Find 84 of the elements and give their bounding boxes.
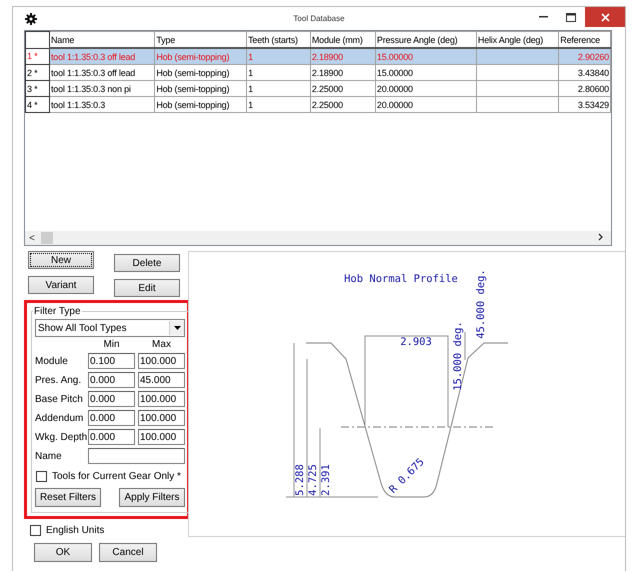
tool-type-dropdown[interactable]: Show All Tool Types xyxy=(35,319,185,337)
min-field[interactable]: 0.000 xyxy=(88,372,135,388)
min-field[interactable]: 0.000 xyxy=(88,429,135,445)
table-cell: 1 xyxy=(246,80,310,96)
checkbox[interactable] xyxy=(30,525,41,536)
table-cell: tool 1:1.35:0.3 off lead xyxy=(50,48,155,64)
table-cell: 2.25000 xyxy=(310,96,376,112)
name-field[interactable] xyxy=(88,448,185,464)
window-title: Tool Database xyxy=(293,14,345,23)
close-button[interactable] xyxy=(585,7,625,27)
max-field[interactable]: 45.000 xyxy=(138,372,185,388)
drawing-title: Hob Normal Profile xyxy=(344,273,458,285)
table-row[interactable]: 4 * tool 1:1.35:0.3 Hob (semi-topping) 1 2.25000 20.00000 3.53429 xyxy=(26,96,610,112)
dimension-label: 5.288 xyxy=(294,464,306,496)
table-cell: 1 xyxy=(246,48,310,64)
table-cell: Hob (semi-topping) xyxy=(154,64,247,80)
action-button[interactable]: Delete xyxy=(114,254,180,272)
max-field[interactable]: 100.000 xyxy=(138,391,185,407)
filter-button[interactable]: Reset Filters xyxy=(35,488,101,507)
table-cell: 2.80600 xyxy=(558,80,610,96)
column-label: Min xyxy=(102,339,121,350)
table-cell: 15.00000 xyxy=(375,48,476,64)
table-row[interactable]: 1 * tool 1:1.35:0.3 off lead Hob (semi-topping) 1 2.18900 15.00000 2.90260 xyxy=(26,48,610,64)
table-cell: Hob (semi-topping) xyxy=(154,96,247,112)
dimension-label: 2.903 xyxy=(400,336,432,348)
table-row[interactable]: 3 * tool 1:1.35:0.3 non pi Hob (semi-topping) 1 2.25000 20.00000 2.80600 xyxy=(26,80,610,96)
gear-icon xyxy=(25,12,37,24)
scroll-thumb[interactable] xyxy=(41,232,53,244)
scroll-left-arrow[interactable]: < xyxy=(25,232,39,244)
row-header[interactable]: 1 * xyxy=(26,48,50,64)
checkbox-label: English Units xyxy=(46,525,104,536)
horizontal-scrollbar[interactable]: < xyxy=(25,231,611,245)
field-label: Module xyxy=(35,356,69,366)
table-row[interactable]: 2 * tool 1:1.35:0.3 off lead Hob (semi-topping) 1 2.18900 15.00000 3.43840 xyxy=(26,64,610,80)
angle-label: 45.000 deg. xyxy=(475,269,487,339)
table-cell: 15.00000 xyxy=(375,64,476,80)
table-cell: 1 xyxy=(246,96,310,112)
dialog-button[interactable]: OK xyxy=(34,543,92,562)
column-label: Max xyxy=(151,339,172,350)
table-cell: 2.18900 xyxy=(310,64,376,80)
table-cell: 2.25000 xyxy=(310,80,376,96)
table-cell: 2.90260 xyxy=(558,48,610,64)
table-cell: tool 1:1.35:0.3 off lead xyxy=(50,64,155,80)
table-cell: 20.00000 xyxy=(375,80,476,96)
minimize-icon xyxy=(538,16,548,18)
angle-label: 15.000 deg. xyxy=(452,321,464,391)
dropdown-arrow-icon xyxy=(174,326,180,330)
table-cell: 1 xyxy=(246,64,310,80)
field-label: Wkg. Depth xyxy=(35,432,85,442)
table-cell: tool 1:1.35:0.3 non pi xyxy=(50,80,155,96)
min-field[interactable]: 0.100 xyxy=(88,353,135,369)
table-cell: 3.53429 xyxy=(558,96,610,112)
row-header[interactable]: 4 * xyxy=(26,96,50,112)
action-button[interactable]: Variant xyxy=(28,276,94,294)
field-label: Name xyxy=(35,450,63,462)
table-cell: tool 1:1.35:0.3 xyxy=(50,96,155,112)
field-label: Base Pitch xyxy=(35,394,84,404)
max-field[interactable]: 100.000 xyxy=(138,410,185,426)
row-header[interactable]: 3 * xyxy=(26,80,50,96)
group-title: Filter Type xyxy=(33,306,82,317)
checkbox-label: Tools for Current Gear Only * xyxy=(52,471,181,482)
field-label: Addendum xyxy=(35,412,84,424)
filter-button[interactable]: Apply Filters xyxy=(119,488,185,507)
chevron-right-icon xyxy=(597,232,605,240)
action-button[interactable]: Edit xyxy=(114,279,180,297)
max-field[interactable]: 100.000 xyxy=(138,353,185,369)
table-cell: 3.43840 xyxy=(558,64,610,80)
dimension-label: 4.725 xyxy=(307,464,319,496)
checkbox[interactable] xyxy=(36,471,47,482)
maximize-icon xyxy=(566,12,576,22)
row-header[interactable]: 2 * xyxy=(26,64,50,80)
table-cell: 2.18900 xyxy=(310,48,376,64)
field-label: Pres. Ang. xyxy=(35,374,82,386)
max-field[interactable]: 100.000 xyxy=(138,429,185,445)
action-button[interactable]: New xyxy=(28,251,94,269)
dimension-label: 2.391 xyxy=(320,464,332,496)
corner-cell xyxy=(26,32,50,48)
min-field[interactable]: 0.000 xyxy=(88,410,135,426)
table-cell: 20.00000 xyxy=(375,96,476,112)
close-icon xyxy=(600,12,610,22)
min-field[interactable]: 0.000 xyxy=(88,391,135,407)
table-cell: Hob (semi-topping) xyxy=(154,80,247,96)
table-cell: Hob (semi-topping) xyxy=(154,48,247,64)
dialog-button[interactable]: Cancel xyxy=(99,543,157,562)
